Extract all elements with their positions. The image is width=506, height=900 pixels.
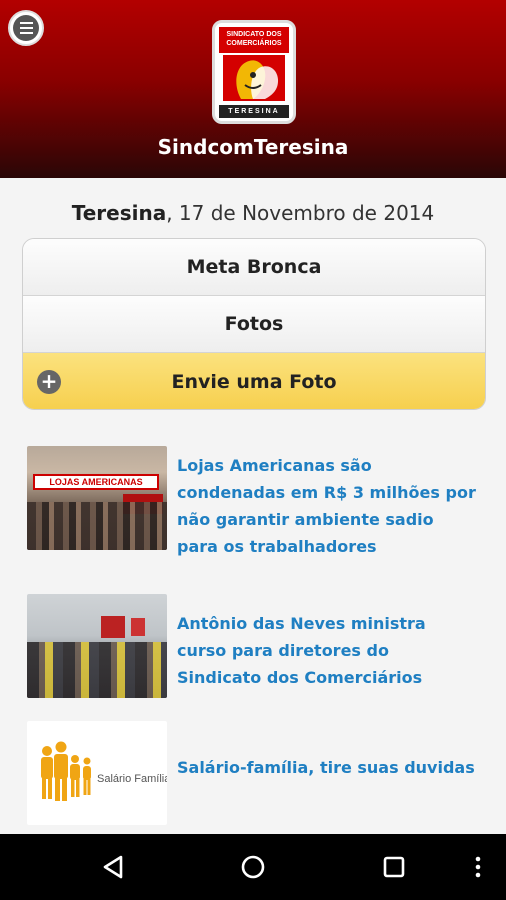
fotos-label: Fotos (224, 313, 284, 335)
back-icon[interactable] (100, 854, 126, 880)
news-thumbnail[interactable] (27, 594, 167, 698)
app-logo: SINDICATO DOS COMERCIÁRIOS TERESINA (212, 20, 296, 124)
salario-familia-caption: Salário Família (97, 773, 167, 785)
fotos-button[interactable]: Fotos (23, 296, 485, 353)
main-button-group: Meta Bronca Fotos + Envie uma Foto (22, 238, 486, 410)
logo-bottom-text: TERESINA (219, 105, 289, 118)
plus-circle-icon: + (37, 370, 61, 394)
date-city: Teresina (71, 201, 167, 225)
news-title-link[interactable]: Antônio das Neves ministra curso para di… (177, 610, 477, 691)
recent-apps-icon[interactable] (382, 855, 406, 879)
meta-bronca-button[interactable]: Meta Bronca (23, 239, 485, 296)
envie-foto-button[interactable]: + Envie uma Foto (23, 353, 485, 409)
news-thumbnail[interactable]: LOJAS AMERICANAS (27, 446, 167, 550)
menu-icon (13, 15, 39, 41)
envie-foto-label: Envie uma Foto (171, 371, 337, 393)
news-item[interactable]: Salário Família Salário-família, tire su… (27, 721, 487, 826)
news-title-link[interactable]: Lojas Americanas são condenadas em R$ 3 … (177, 452, 477, 560)
menu-button[interactable] (8, 10, 44, 46)
news-item[interactable]: LOJAS AMERICANAS Lojas Americanas são co… (27, 446, 487, 556)
system-navbar (0, 834, 506, 900)
app-header: SINDICATO DOS COMERCIÁRIOS TERESINA Sind… (0, 0, 506, 178)
overflow-menu-icon[interactable] (470, 854, 486, 880)
date-line: Teresina, 17 de Novembro de 2014 (0, 201, 506, 225)
news-title-link[interactable]: Salário-família, tire suas duvidas (177, 754, 477, 781)
date-text: , 17 de Novembro de 2014 (166, 201, 435, 225)
logo-top-text: SINDICATO DOS COMERCIÁRIOS (219, 27, 289, 53)
family-icon: Salário Família (41, 741, 167, 801)
news-thumbnail[interactable]: Salário Família (27, 721, 167, 825)
logo-face-icon (223, 55, 285, 101)
home-icon[interactable] (240, 854, 266, 880)
meta-bronca-label: Meta Bronca (186, 256, 322, 278)
app-title: SindcomTeresina (157, 135, 349, 159)
news-item[interactable]: Antônio das Neves ministra curso para di… (27, 594, 487, 699)
store-sign-text: LOJAS AMERICANAS (33, 474, 159, 490)
